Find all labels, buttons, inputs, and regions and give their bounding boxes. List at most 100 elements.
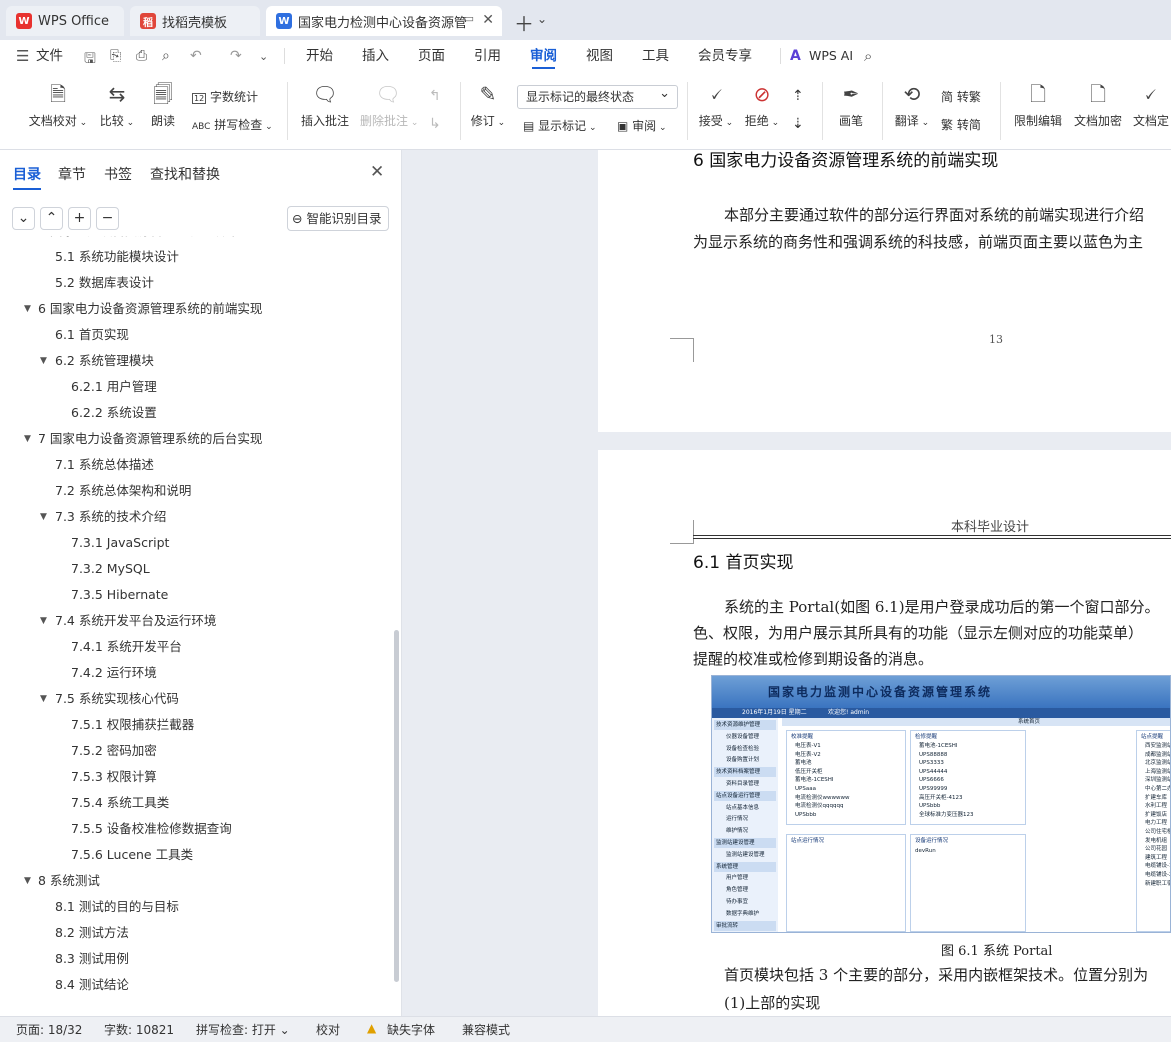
track-changes-button[interactable]: ✎ 修订 ⌄ (470, 80, 506, 129)
accept-button[interactable]: 🗸 接受 ⌄ (698, 80, 734, 129)
spell-check-button[interactable]: ABC 拼写检查 ⌄ (192, 116, 273, 133)
missing-font-indicator[interactable]: 缺失字体 (387, 1021, 435, 1038)
encrypt-button[interactable]: 🗋 文档加密 (1073, 80, 1123, 129)
toc-item[interactable]: 7.4.1 系统开发平台 (0, 634, 390, 660)
nav-tab-chapters[interactable]: 章节 (58, 164, 86, 184)
compare-button[interactable]: ⇆ 比较 ⌄ (98, 80, 136, 129)
toc-item[interactable]: ▼ 7 国家电力设备资源管理系统的后台实现 (0, 426, 390, 452)
insert-comment-button[interactable]: 🗨 插入批注 (300, 80, 350, 129)
previous-comment-icon[interactable]: ↰ (429, 88, 441, 104)
toc-item[interactable]: ▼5 国家电力设备资源管理系统的设计 (0, 236, 390, 244)
menu-home[interactable]: 开始 (306, 40, 333, 72)
previous-change-icon[interactable]: ⇡ (792, 88, 804, 104)
to-simplified-button[interactable]: 繁 转简 (941, 116, 981, 133)
tab-docer[interactable]: 稻 找稻壳模板 (130, 6, 260, 36)
quick-access-more-icon[interactable]: ⌄ (259, 50, 268, 63)
read-aloud-button[interactable]: 🗐 朗读 (148, 80, 178, 129)
to-traditional-button[interactable]: 简 转繁 (941, 88, 981, 105)
toc-item[interactable]: 7.1 系统总体描述 (0, 452, 390, 478)
menu-tools[interactable]: 工具 (642, 40, 669, 72)
new-tab-icon[interactable]: ＋ (514, 8, 534, 37)
next-change-icon[interactable]: ⇣ (792, 116, 804, 132)
toc-item[interactable]: ▼ 7.3 系统的技术介绍 (0, 504, 390, 530)
file-menu[interactable]: 文件 (36, 40, 63, 72)
toc-item[interactable]: 6.1 首页实现 (0, 322, 390, 348)
menu-page[interactable]: 页面 (418, 40, 445, 72)
review-pane-button[interactable]: ▣ 审阅 ⌄ (617, 117, 667, 134)
toc-item[interactable]: 8.1 测试的目的与目标 (0, 894, 390, 920)
collapse-all-icon[interactable]: ⌄ (12, 207, 35, 230)
toc-item[interactable]: 5.2 数据库表设计 (0, 270, 390, 296)
redo-icon[interactable]: ↷ (230, 48, 242, 64)
hamburger-icon[interactable]: ☰ (16, 47, 29, 65)
toc-item[interactable]: 6.2.2 系统设置 (0, 400, 390, 426)
expand-arrow-icon[interactable]: ▼ (40, 608, 54, 634)
menu-insert[interactable]: 插入 (362, 40, 389, 72)
toc-item[interactable]: 7.4.2 运行环境 (0, 660, 390, 686)
expand-arrow-icon[interactable]: ▼ (24, 426, 38, 452)
delete-comment-button[interactable]: 🗨 删除批注 ⌄ (360, 80, 418, 129)
menu-review[interactable]: 审阅 (530, 40, 557, 72)
expand-arrow-icon[interactable]: ▼ (40, 504, 54, 530)
toc-item[interactable]: 7.5.1 权限捕获拦截器 (0, 712, 390, 738)
toc-item[interactable]: ▼ 6 国家电力设备资源管理系统的前端实现 (0, 296, 390, 322)
next-comment-icon[interactable]: ↳ (429, 116, 441, 132)
toc-item[interactable]: 7.5.2 密码加密 (0, 738, 390, 764)
expand-arrow-icon[interactable]: ▼ (24, 868, 38, 894)
word-count-button[interactable]: 12 字数统计 (192, 88, 258, 105)
markup-state-select[interactable]: 显示标记的最终状态 (517, 83, 678, 109)
share-icon[interactable]: ⎘ (110, 48, 121, 64)
finalize-button[interactable]: 🗸 文档定 (1133, 80, 1171, 129)
proofread-indicator[interactable]: 校对 (316, 1021, 340, 1038)
toc-item[interactable]: 7.3.2 MySQL (0, 556, 390, 582)
toc-item[interactable]: 7.5.5 设备校准检修数据查询 (0, 816, 390, 842)
search-icon[interactable]: ⌕ (864, 47, 872, 65)
nav-tab-toc[interactable]: 目录 (13, 164, 41, 190)
compat-mode-indicator[interactable]: 兼容模式 (462, 1021, 510, 1038)
expand-arrow-icon[interactable]: ▼ (24, 236, 38, 244)
toc-item[interactable]: ▼ 8 系统测试 (0, 868, 390, 894)
print-preview-icon[interactable]: ⌕ (162, 48, 170, 64)
show-markup-button[interactable]: ▤ 显示标记 ⌄ (523, 117, 597, 134)
menu-membership[interactable]: 会员专享 (698, 40, 752, 72)
toc-item[interactable]: 5.1 系统功能模块设计 (0, 244, 390, 270)
restrict-edit-button[interactable]: 🗋 限制编辑 (1013, 80, 1063, 129)
page-indicator[interactable]: 页面: 18/32 (16, 1021, 82, 1038)
wps-ai-button[interactable]: WPS AI (809, 40, 853, 72)
nav-tab-find-replace[interactable]: 查找和替换 (150, 164, 220, 184)
tab-document[interactable]: W 国家电力检测中心设备资源管 ▭ ✕ (266, 6, 502, 36)
tab-wps-office[interactable]: W WPS Office (6, 6, 124, 36)
toc-item[interactable]: 7.5.4 系统工具类 (0, 790, 390, 816)
toc-item[interactable]: 8.3 测试用例 (0, 946, 390, 972)
proof-button[interactable]: 🗎 文档校对 ⌄ (28, 80, 88, 129)
expand-up-icon[interactable]: ⌃ (40, 207, 63, 230)
expand-arrow-icon[interactable]: ▼ (24, 296, 38, 322)
toc-item[interactable]: 7.3.1 JavaScript (0, 530, 390, 556)
save-icon[interactable]: 🖫 (84, 48, 96, 72)
close-tab-icon[interactable]: ✕ (482, 12, 494, 28)
toc-item[interactable]: ▼ 7.5 系统实现核心代码 (0, 686, 390, 712)
translate-button[interactable]: ⟲ 翻译 ⌄ (894, 80, 930, 129)
expand-arrow-icon[interactable]: ▼ (40, 686, 54, 712)
undo-icon[interactable]: ↶ (190, 48, 202, 64)
toc-item[interactable]: ▼ 7.4 系统开发平台及运行环境 (0, 608, 390, 634)
tab-list-icon[interactable]: ⌄ (537, 12, 547, 26)
spell-check-indicator[interactable]: 拼写检查: 打开 ⌄ (196, 1021, 290, 1038)
print-icon[interactable]: ⎙ (136, 48, 147, 64)
toc-item[interactable]: 8.4 测试结论 (0, 972, 390, 998)
toc-item[interactable]: 7.5.3 权限计算 (0, 764, 390, 790)
toc-item[interactable]: 8.2 测试方法 (0, 920, 390, 946)
toc-item[interactable]: ▼ 6.2 系统管理模块 (0, 348, 390, 374)
nav-tab-bookmarks[interactable]: 书签 (104, 164, 132, 184)
expand-arrow-icon[interactable]: ▼ (40, 348, 54, 374)
close-pane-icon[interactable]: ✕ (370, 162, 384, 182)
add-heading-icon[interactable]: + (68, 207, 91, 230)
smart-toc-button[interactable]: ⊖ 智能识别目录 (287, 206, 389, 231)
toc-item[interactable]: 7.3.5 Hibernate (0, 582, 390, 608)
pen-button[interactable]: ✒ 画笔 (836, 80, 866, 129)
toc-item[interactable]: 7.5.6 Lucene 工具类 (0, 842, 390, 868)
menu-references[interactable]: 引用 (474, 40, 501, 72)
toc-scrollbar[interactable] (394, 630, 399, 982)
menu-view[interactable]: 视图 (586, 40, 613, 72)
toc-item[interactable]: 6.2.1 用户管理 (0, 374, 390, 400)
